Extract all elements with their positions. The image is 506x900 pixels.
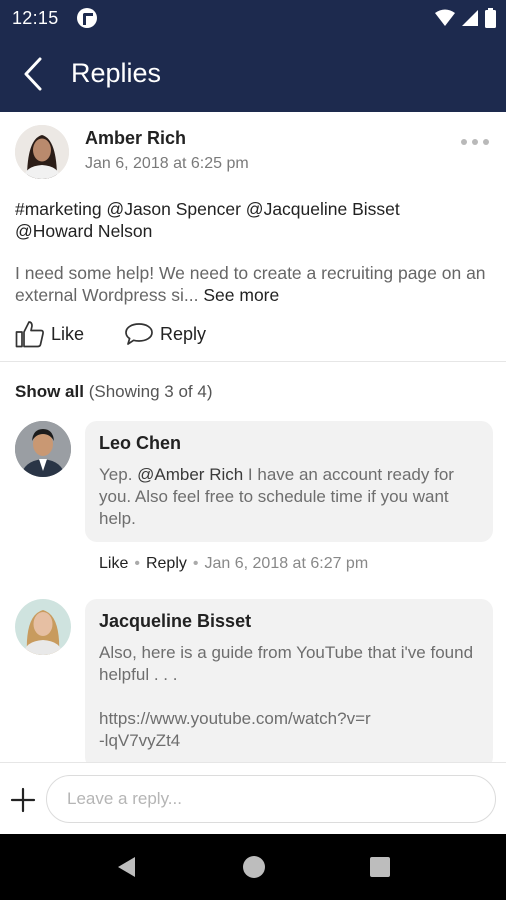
post-tags-line[interactable]: #marketing @Jason Spencer @Jacqueline Bi… — [15, 198, 485, 220]
nav-home-icon — [243, 856, 265, 878]
reply-timestamp: Jan 6, 2018 at 6:27 pm — [204, 555, 369, 572]
status-time: 12:15 — [12, 8, 59, 28]
like-label: Like — [51, 323, 85, 344]
plus-icon — [10, 787, 36, 813]
reply-bubble: Jacqueline Bisset Also, here is a guide … — [85, 599, 493, 769]
avatar-portrait-icon — [15, 125, 69, 179]
replies-count: (Showing 3 of 4) — [88, 382, 213, 401]
separator-dot: • — [134, 555, 140, 572]
show-all-link[interactable]: Show all — [15, 382, 84, 401]
reply-label: Reply — [160, 323, 207, 344]
wifi-icon — [435, 9, 455, 26]
reply-like-link[interactable]: Like — [99, 555, 128, 572]
thumbs-up-icon — [15, 321, 44, 348]
reply-meta: Like • Reply • Jan 6, 2018 at 6:27 pm — [99, 555, 368, 573]
reply-text: Also, here is a guide from YouTube that … — [99, 643, 474, 750]
app-notification-icon — [77, 8, 97, 28]
mention-link[interactable]: @Amber Rich — [137, 465, 243, 484]
speech-bubble-icon — [125, 323, 153, 345]
original-post: Amber Rich Jan 6, 2018 at 6:25 pm #marke… — [0, 112, 506, 362]
battery-icon — [485, 8, 496, 28]
nav-back-button[interactable] — [114, 854, 140, 880]
status-bar: 12:15 — [0, 0, 506, 36]
see-more-link[interactable]: See more — [203, 285, 279, 305]
separator-dot: • — [192, 555, 199, 572]
reply-text: Yep. @Amber Rich I have an account ready… — [99, 464, 479, 530]
status-icons — [435, 8, 496, 28]
reply-composer — [0, 762, 506, 834]
post-timestamp: Jan 6, 2018 at 6:25 pm — [85, 155, 249, 172]
replies-header: Show all (Showing 3 of 4) — [15, 382, 213, 402]
reply-button[interactable]: Reply — [124, 320, 206, 348]
post-tags: #marketing @Jason Spencer @Jacqueline Bi… — [15, 198, 485, 242]
avatar[interactable] — [15, 125, 69, 179]
back-button[interactable] — [18, 56, 54, 92]
nav-back-icon — [118, 857, 135, 877]
reply-input[interactable] — [46, 775, 496, 823]
reply-bubble: Leo Chen Yep. @Amber Rich I have an acco… — [85, 421, 493, 542]
post-body: I need some help! We need to create a re… — [15, 262, 493, 306]
avatar-portrait-icon — [15, 421, 71, 477]
avatar-portrait-icon — [15, 599, 71, 655]
nav-recents-icon — [370, 857, 390, 877]
reply-author-name[interactable]: Jacqueline Bisset — [99, 611, 251, 632]
more-options-icon[interactable] — [461, 139, 489, 149]
post-tags-line[interactable]: @Howard Nelson — [15, 220, 485, 242]
cellular-signal-icon — [462, 10, 478, 26]
back-arrow-icon — [24, 57, 42, 91]
avatar[interactable] — [15, 421, 71, 477]
nav-home-button[interactable] — [241, 854, 267, 880]
add-attachment-button[interactable] — [10, 787, 36, 813]
avatar[interactable] — [15, 599, 71, 655]
app-bar: Replies — [0, 36, 506, 112]
post-author-name[interactable]: Amber Rich — [85, 128, 186, 149]
page-title: Replies — [71, 58, 162, 88]
system-nav-bar — [0, 834, 506, 900]
reply-text-part: Yep. — [99, 465, 138, 484]
reply-author-name[interactable]: Leo Chen — [99, 433, 181, 454]
nav-recents-button[interactable] — [367, 854, 393, 880]
like-button[interactable]: Like — [15, 320, 84, 348]
reply-reply-link[interactable]: Reply — [146, 555, 187, 572]
